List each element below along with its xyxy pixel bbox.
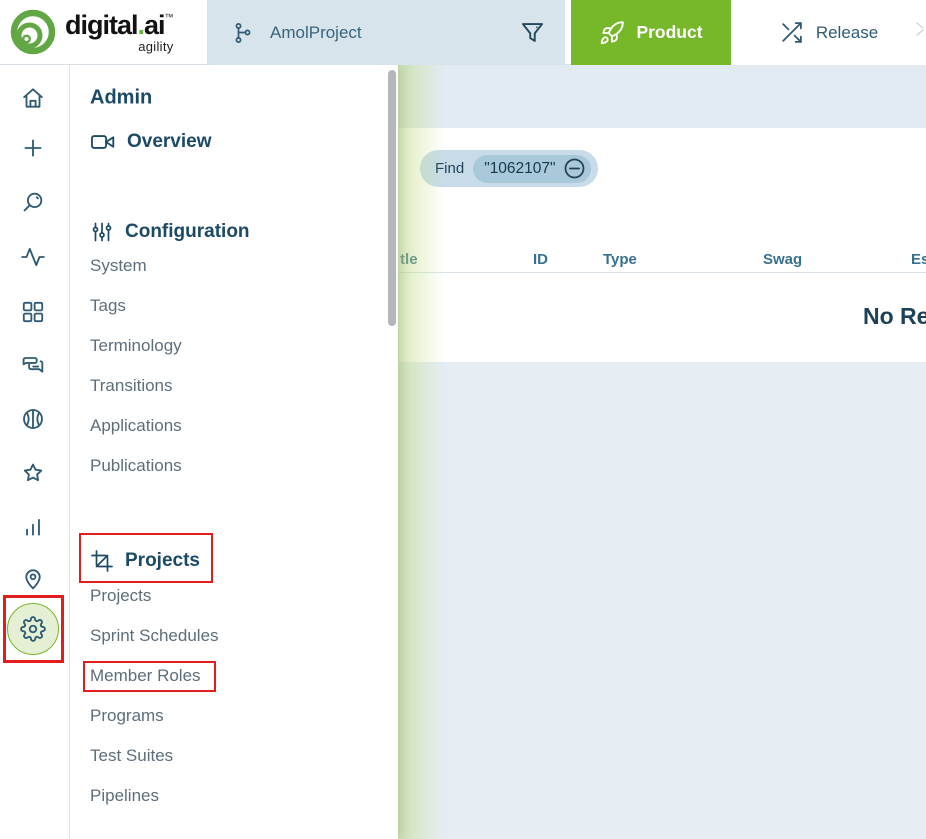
filter-icon[interactable]	[519, 19, 546, 46]
project-selector[interactable]: AmolProject	[207, 0, 565, 65]
logo-wordmark: digital.ai™ agility	[65, 12, 174, 53]
partial-next-tab-icon	[916, 22, 924, 36]
find-chip-value: "1062107"	[484, 160, 555, 178]
logo-product-text: agility	[138, 40, 173, 53]
menu-item-tags[interactable]: Tags	[90, 296, 126, 316]
reports-icon[interactable]	[20, 514, 46, 540]
conversations-icon[interactable]	[20, 353, 46, 379]
flyout-title: Admin	[90, 87, 152, 110]
shuffle-icon	[779, 20, 804, 45]
menu-item-projects[interactable]: Projects	[90, 586, 151, 606]
top-bar: digital.ai™ agility AmolProject Product …	[0, 0, 926, 65]
apps-grid-icon[interactable]	[20, 299, 46, 325]
column-header-estimate[interactable]: Estimate	[911, 251, 926, 268]
home-icon[interactable]	[20, 85, 46, 111]
empty-results-message: No Results	[863, 303, 926, 330]
menu-item-terminology[interactable]: Terminology	[90, 336, 182, 356]
annotation-box-projects-section	[79, 533, 213, 583]
menu-item-programs[interactable]: Programs	[90, 706, 164, 726]
star-icon[interactable]	[20, 460, 46, 486]
column-header-swag[interactable]: Swag	[763, 251, 802, 268]
menu-item-system[interactable]: System	[90, 256, 147, 276]
logo-brand-text: digital.ai™	[65, 12, 174, 39]
flyout-scrollbar-thumb[interactable]	[388, 70, 396, 326]
activity-icon[interactable]	[20, 244, 46, 270]
project-tree-icon	[232, 21, 256, 45]
digitalai-logo-icon	[9, 8, 57, 56]
admin-flyout-menu: Admin Overview Configuration System Tags…	[70, 65, 398, 839]
video-icon	[90, 129, 116, 155]
tab-release-label: Release	[816, 23, 878, 43]
icon-rail	[0, 65, 70, 839]
digitalai-logo[interactable]: digital.ai™ agility	[9, 8, 174, 56]
find-chip-label: Find	[435, 160, 464, 177]
menu-item-sprint-schedules[interactable]: Sprint Schedules	[90, 626, 219, 646]
settings-gear-icon[interactable]	[20, 616, 46, 642]
tab-product-label: Product	[636, 22, 702, 43]
section-header-configuration[interactable]: Configuration	[90, 220, 250, 244]
plus-icon[interactable]	[20, 135, 46, 161]
sliders-icon	[90, 220, 114, 244]
column-header-id[interactable]: ID	[533, 251, 548, 268]
menu-item-pipelines[interactable]: Pipelines	[90, 786, 159, 806]
menu-item-applications[interactable]: Applications	[90, 416, 182, 436]
ball-icon[interactable]	[20, 406, 46, 432]
location-icon[interactable]	[20, 566, 46, 592]
tab-product[interactable]: Product	[571, 0, 731, 65]
menu-item-overview[interactable]: Overview	[90, 129, 212, 155]
annotation-box-member-roles	[83, 661, 216, 692]
menu-item-test-suites[interactable]: Test Suites	[90, 746, 173, 766]
menu-item-transitions[interactable]: Transitions	[90, 376, 173, 396]
rocket-icon	[599, 20, 625, 46]
search-icon[interactable]	[20, 189, 46, 215]
menu-item-publications[interactable]: Publications	[90, 456, 182, 476]
find-filter-chip[interactable]: Find "1062107"	[420, 150, 598, 187]
tab-release[interactable]: Release	[731, 0, 926, 65]
column-header-type[interactable]: Type	[603, 251, 637, 268]
find-chip-value-token[interactable]: "1062107"	[473, 155, 590, 183]
project-selector-label: AmolProject	[270, 23, 362, 43]
remove-filter-icon[interactable]	[563, 157, 586, 180]
